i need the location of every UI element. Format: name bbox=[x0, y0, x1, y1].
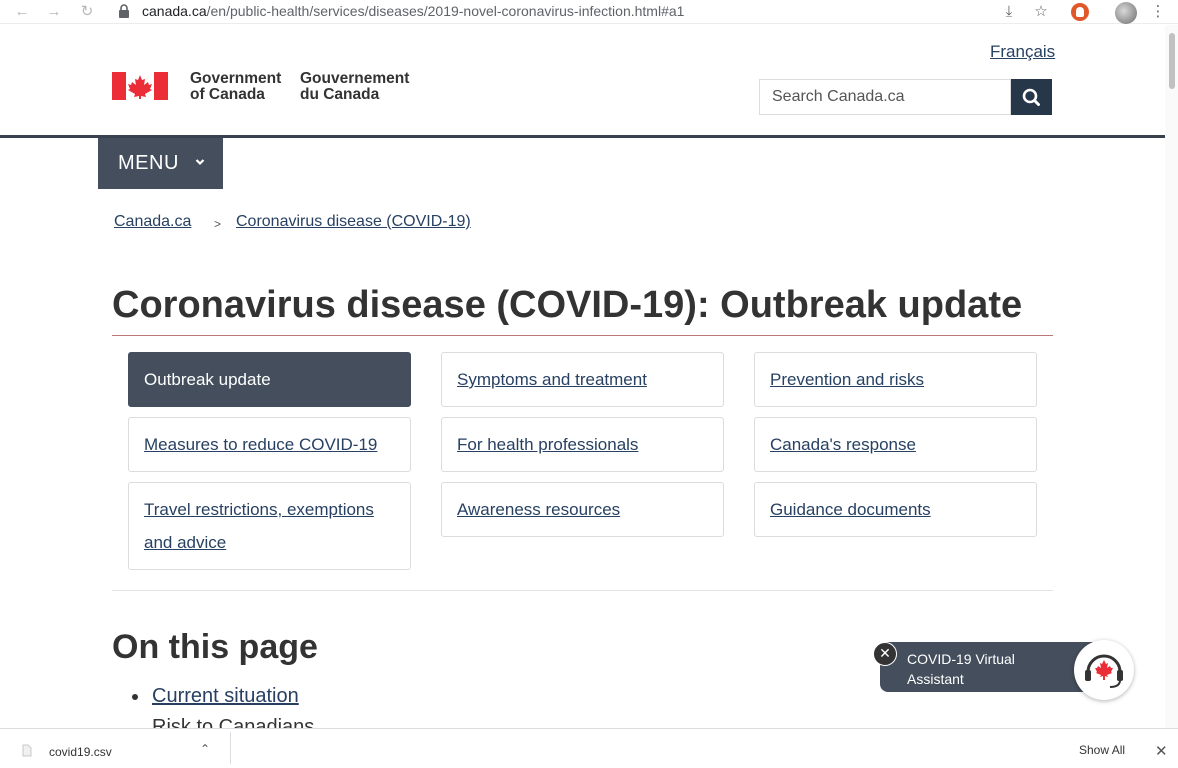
signature-fr-line2: du Canada bbox=[300, 86, 380, 103]
more-vertical-icon[interactable]: ⋮ bbox=[1148, 2, 1168, 22]
nav-symptoms-and-treatment[interactable]: Symptoms and treatment bbox=[441, 352, 724, 407]
chevron-down-icon bbox=[195, 159, 205, 166]
profile-avatar[interactable] bbox=[1115, 2, 1137, 24]
breadcrumb-link-home[interactable]: Canada.ca bbox=[114, 213, 191, 231]
download-shelf bbox=[0, 728, 1178, 768]
close-download-shelf-icon[interactable]: ✕ bbox=[1155, 742, 1168, 760]
government-of-canada-signature-en[interactable]: Government of Canada bbox=[190, 71, 281, 103]
url-host: canada.ca bbox=[142, 3, 207, 19]
page-title: Coronavirus disease (COVID-19): Outbreak… bbox=[112, 284, 1023, 326]
chevron-up-icon[interactable]: ⌃ bbox=[200, 742, 210, 756]
title-underline bbox=[112, 335, 1053, 336]
lock-icon bbox=[119, 4, 129, 18]
signature-fr-line1: Gouvernement bbox=[300, 70, 410, 87]
bookmark-star-icon[interactable]: ☆ bbox=[1031, 2, 1051, 22]
list-bullet bbox=[132, 694, 138, 700]
headset-maple-leaf-icon bbox=[1085, 654, 1123, 688]
nav-for-health-professionals[interactable]: For health professionals bbox=[441, 417, 724, 472]
nav-canadas-response[interactable]: Canada's response bbox=[754, 417, 1037, 472]
canada-flag-icon bbox=[112, 72, 168, 100]
search-icon bbox=[1022, 88, 1040, 106]
file-icon bbox=[22, 744, 32, 757]
on-this-page-heading: On this page bbox=[112, 628, 318, 666]
download-divider bbox=[230, 732, 231, 764]
nav-measures-to-reduce[interactable]: Measures to reduce COVID-19 bbox=[128, 417, 411, 472]
language-toggle-link[interactable]: Français bbox=[990, 42, 1055, 62]
breadcrumb-link-covid[interactable]: Coronavirus disease (COVID-19) bbox=[236, 213, 471, 231]
close-icon[interactable]: ✕ bbox=[873, 642, 897, 666]
scrollbar-thumb[interactable] bbox=[1169, 33, 1175, 89]
back-arrow-icon[interactable]: ← bbox=[12, 2, 32, 22]
reload-icon[interactable]: ↻ bbox=[77, 2, 97, 22]
signature-en-line2: of Canada bbox=[190, 86, 265, 103]
show-all-button[interactable]: Show All bbox=[1079, 743, 1125, 757]
address-bar[interactable]: canada.ca/en/public-health/services/dise… bbox=[142, 3, 684, 19]
signature-en-line1: Government bbox=[190, 70, 282, 87]
url-path: /en/public-health/services/diseases/2019… bbox=[206, 3, 685, 19]
virtual-assistant-avatar[interactable] bbox=[1074, 640, 1134, 700]
forward-arrow-icon[interactable]: → bbox=[44, 2, 64, 22]
section-divider bbox=[112, 590, 1053, 591]
nav-prevention-and-risks[interactable]: Prevention and risks bbox=[754, 352, 1037, 407]
scrollbar[interactable] bbox=[1165, 25, 1178, 728]
nav-guidance-documents[interactable]: Guidance documents bbox=[754, 482, 1037, 537]
nav-travel-restrictions[interactable]: Travel restrictions, exemptions and advi… bbox=[128, 482, 411, 570]
download-item-name[interactable]: covid19.csv bbox=[49, 745, 112, 759]
breadcrumb-separator: > bbox=[214, 217, 222, 231]
nav-awareness-resources[interactable]: Awareness resources bbox=[441, 482, 724, 537]
government-of-canada-signature-fr[interactable]: Gouvernement du Canada bbox=[300, 71, 409, 103]
extension-icon[interactable] bbox=[1071, 3, 1089, 21]
search-input[interactable] bbox=[759, 79, 1011, 115]
nav-outbreak-update[interactable]: Outbreak update bbox=[128, 352, 411, 407]
toc-link-current-situation[interactable]: Current situation bbox=[152, 685, 299, 708]
search-button[interactable] bbox=[1011, 79, 1052, 115]
download-icon[interactable]: ⤓ bbox=[999, 2, 1019, 22]
virtual-assistant-button[interactable]: COVID-19 Virtual Assistant bbox=[880, 642, 1106, 692]
menu-label: MENU bbox=[118, 152, 179, 174]
